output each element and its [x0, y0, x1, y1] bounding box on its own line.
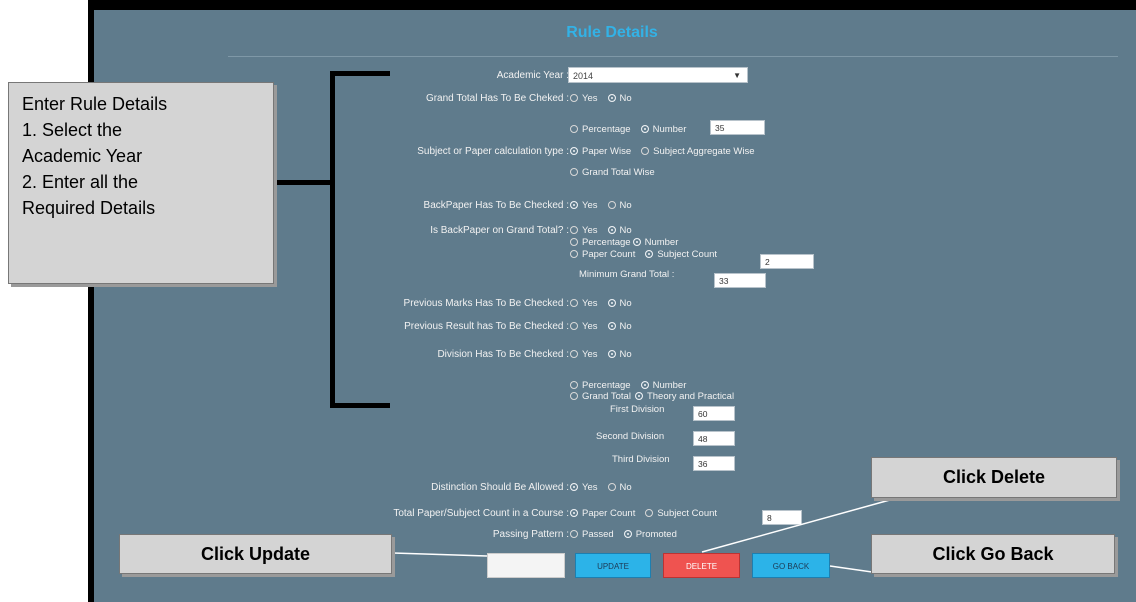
update-callout: Click Update [119, 534, 392, 574]
delete-callout: Click Delete [871, 457, 1117, 498]
callout-leader-lines [392, 497, 898, 573]
delete-leader-line [701, 497, 898, 553]
go-back-callout: Click Go Back [871, 534, 1115, 574]
update-leader-line [392, 552, 488, 557]
go-back-leader-line [829, 565, 873, 573]
